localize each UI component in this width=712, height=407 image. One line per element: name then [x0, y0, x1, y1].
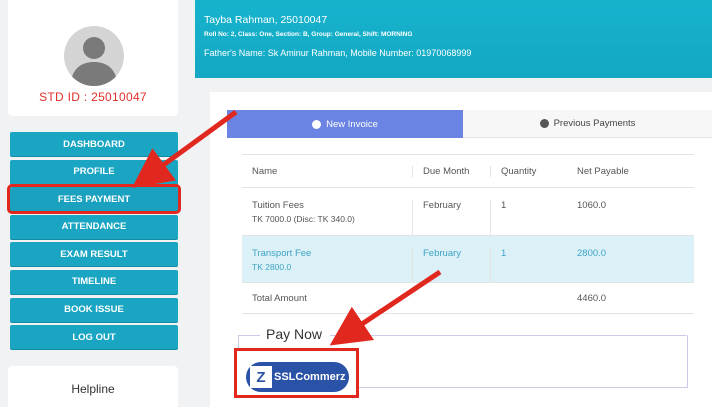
helpline-card: Helpline [8, 366, 178, 407]
fee-name-cell: Tuition Fees TK 7000.0 (Disc: TK 340.0) [242, 200, 413, 235]
sidebar-item-dashboard[interactable]: DASHBOARD [10, 132, 178, 156]
tab-previous-payments-label: Previous Payments [553, 118, 636, 129]
student-header: Tayba Rahman, 25010047 Roll No: 2, Class… [195, 0, 712, 78]
father-info: Father's Name: Sk Aminur Rahman, Mobile … [204, 48, 472, 58]
sidebar-item-log-out[interactable]: LOG OUT [10, 325, 178, 350]
quantity-cell: 1 [501, 248, 507, 259]
sidebar-item-timeline[interactable]: TIMELINE [10, 269, 178, 294]
profile-card: STD ID : 25010047 [8, 0, 178, 116]
info-icon [312, 119, 322, 129]
sidebar-menu: DASHBOARD PROFILE FEES PAYMENT ATTENDANC… [7, 132, 181, 353]
invoice-table: Name Due Month Quantity Net Payable Tuit… [242, 154, 694, 314]
sslcommerz-logo-icon: Z [250, 366, 272, 388]
tab-new-invoice-label: New Invoice [326, 118, 378, 130]
sidebar-item-attendance[interactable]: ATTENDANCE [10, 214, 178, 239]
net-payable-cell: 2800.0 [577, 248, 607, 259]
helpline-label: Helpline [71, 382, 115, 396]
fee-name-cell: Transport Fee TK 2800.0 [242, 248, 413, 282]
fee-name: Tuition Fees [252, 200, 304, 211]
history-icon [539, 119, 549, 128]
table-header-row: Name Due Month Quantity Net Payable [242, 155, 694, 188]
tab-previous-payments[interactable]: Previous Payments [463, 110, 712, 138]
pay-now-title: Pay Now [262, 326, 327, 342]
column-header-name: Name [242, 165, 413, 177]
total-value: 4460.0 [577, 292, 607, 304]
fee-detail: TK 2800.0 [252, 262, 292, 272]
fee-detail: TK 7000.0 (Disc: TK 340.0) [252, 214, 355, 224]
avatar [64, 26, 124, 86]
fee-name: Transport Fee [252, 248, 312, 259]
student-class-info: Roll No: 2, Class: One, Section: B, Grou… [204, 31, 413, 38]
payment-tabs: New Invoice Previous Payments [227, 110, 712, 138]
sidebar-item-fees-payment[interactable]: FEES PAYMENT [7, 184, 181, 215]
table-row: Transport Fee TK 2800.0 February 1 2800.… [242, 236, 694, 283]
due-month-cell: February [413, 248, 491, 282]
fieldset-border [330, 335, 686, 336]
sidebar-item-profile[interactable]: PROFILE [10, 159, 178, 184]
column-header-quantity: Quantity [501, 165, 537, 177]
quantity-cell: 1 [501, 200, 507, 211]
column-header-due-month: Due Month [413, 165, 491, 177]
student-name: Tayba Rahman, 25010047 [204, 14, 328, 26]
due-month-cell: February [413, 200, 491, 235]
total-row: Total Amount 4460.0 [242, 283, 694, 314]
sslcommerz-label: SSLCommerz [274, 371, 346, 383]
sslcommerz-button[interactable]: Z SSLCommerz [246, 362, 349, 392]
column-header-net-payable: Net Payable [577, 165, 629, 177]
total-label: Total Amount [252, 292, 307, 304]
student-id: STD ID : 25010047 [39, 90, 147, 104]
tab-new-invoice[interactable]: New Invoice [227, 110, 463, 138]
sidebar-item-exam-result[interactable]: EXAM RESULT [10, 242, 178, 267]
sidebar-item-book-issue[interactable]: BOOK ISSUE [10, 297, 178, 322]
net-payable-cell: 1060.0 [577, 200, 607, 211]
table-row: Tuition Fees TK 7000.0 (Disc: TK 340.0) … [242, 188, 694, 236]
fieldset-border [238, 335, 260, 336]
